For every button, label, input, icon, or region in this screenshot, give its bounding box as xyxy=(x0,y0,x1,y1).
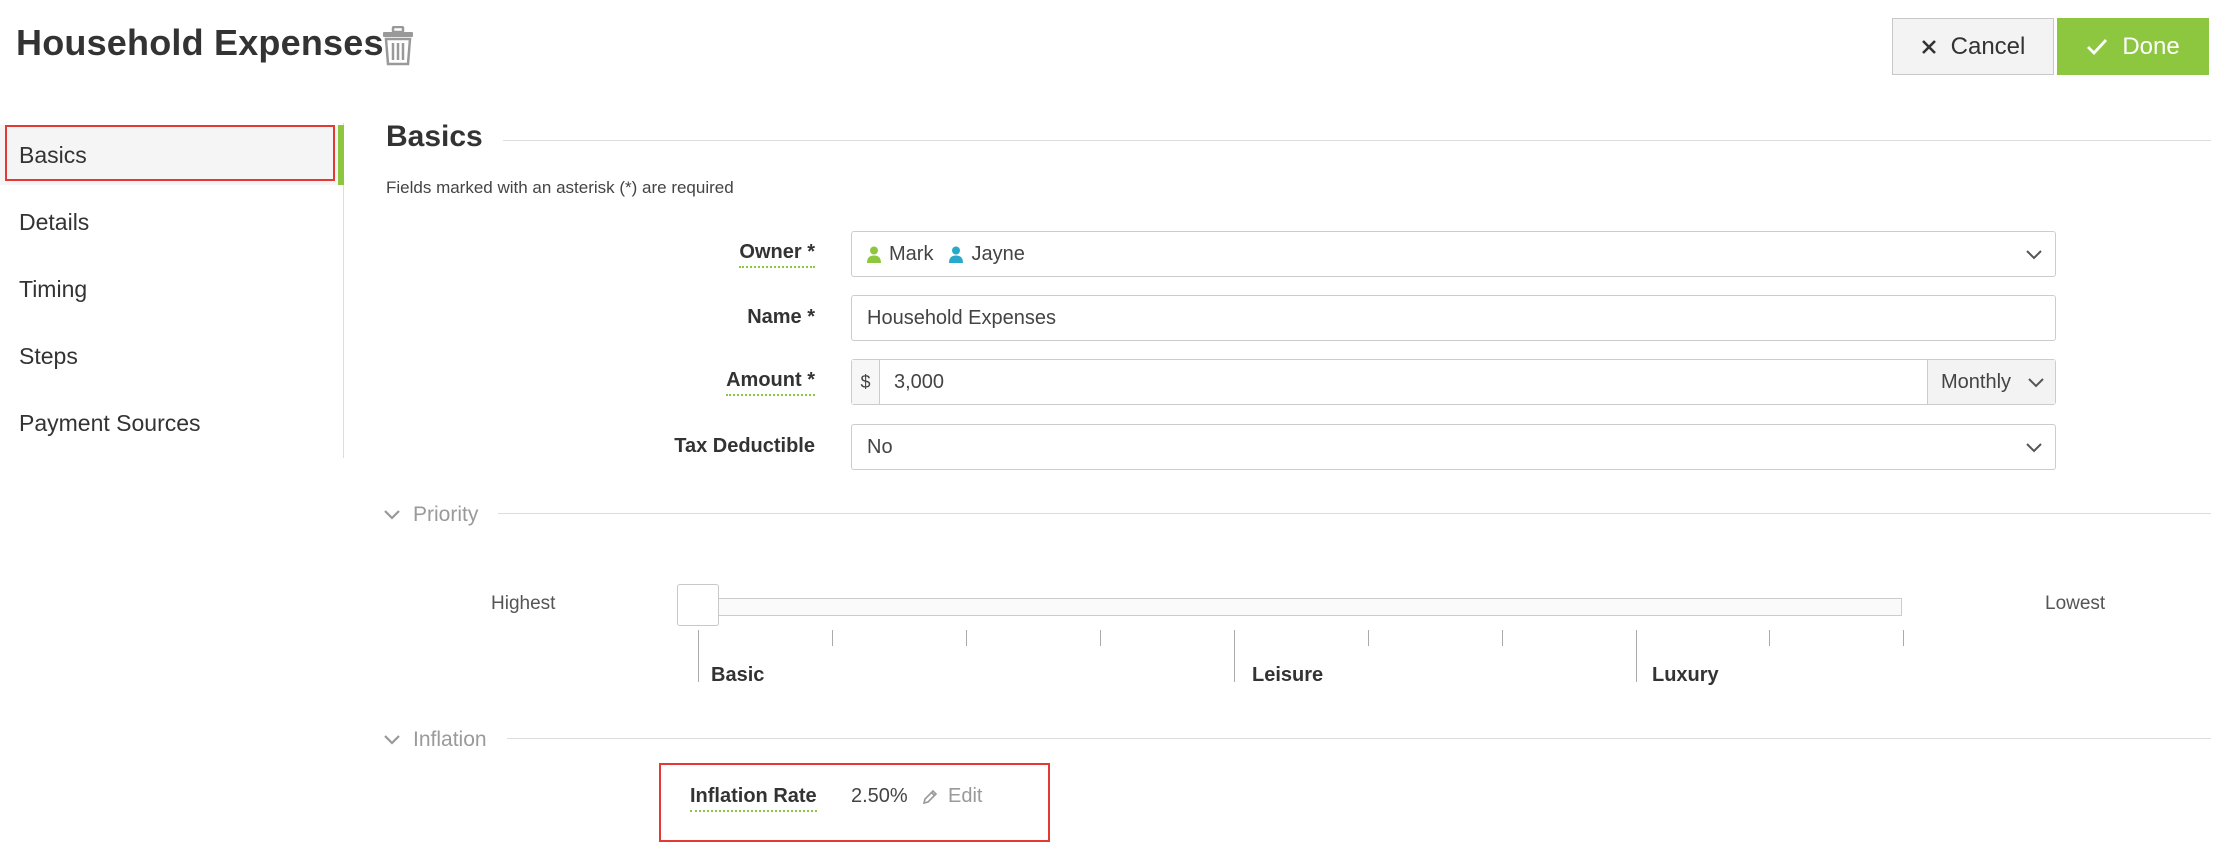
name-value: Household Expenses xyxy=(867,306,1057,329)
chevron-down-icon xyxy=(2025,438,2043,462)
chevron-down-icon xyxy=(2025,245,2043,269)
owner-select[interactable]: Mark Jayne xyxy=(851,231,2056,277)
section-divider xyxy=(498,513,2211,514)
person-icon xyxy=(949,246,964,263)
inflation-edit-link[interactable]: Edit xyxy=(922,785,982,808)
currency-addon: $ xyxy=(852,360,880,404)
sidebar-item-details[interactable]: Details xyxy=(0,192,342,252)
sidebar-item-steps[interactable]: Steps xyxy=(0,326,342,386)
priority-title: Priority xyxy=(413,503,479,526)
priority-section-toggle[interactable]: Priority xyxy=(383,503,478,527)
slider-tick-major xyxy=(1636,630,1637,682)
slider-tick xyxy=(832,630,833,646)
section-divider xyxy=(503,140,2211,141)
priority-tick-label-leisure: Leisure xyxy=(1252,664,1324,686)
tax-deductible-select[interactable]: No xyxy=(851,424,2056,470)
chevron-down-icon xyxy=(2027,373,2045,397)
slider-tick xyxy=(1769,630,1770,646)
page-title: Household Expenses xyxy=(16,22,384,63)
cancel-label: Cancel xyxy=(1950,32,2026,60)
owner-label: Owner * xyxy=(739,241,815,268)
sidebar-item-payment-sources[interactable]: Payment Sources xyxy=(0,393,342,453)
frequency-value: Monthly xyxy=(1941,370,2012,393)
owner-chip-mark: Mark xyxy=(867,243,933,266)
owner-name: Jayne xyxy=(971,242,1025,265)
name-label: Name * xyxy=(747,306,815,328)
done-button[interactable]: Done xyxy=(2057,18,2209,75)
slider-tick xyxy=(966,630,967,646)
section-title-basics: Basics xyxy=(386,120,483,153)
inflation-title: Inflation xyxy=(413,728,487,751)
owner-chip-jayne: Jayne xyxy=(949,242,1025,266)
pencil-icon xyxy=(922,789,938,804)
section-divider xyxy=(507,738,2211,739)
slider-tick xyxy=(1903,630,1904,646)
sidebar-item-label: Payment Sources xyxy=(19,409,201,436)
slider-tick xyxy=(1368,630,1369,646)
person-icon xyxy=(867,246,881,263)
inflation-rate-value: 2.50% xyxy=(851,785,908,807)
slider-tick xyxy=(1502,630,1503,646)
done-label: Done xyxy=(2122,32,2180,60)
chevron-down-icon xyxy=(383,733,401,747)
amount-group: $ 3,000 Monthly xyxy=(851,359,2056,405)
sidebar-item-label: Details xyxy=(19,208,90,235)
sidebar-item-label: Steps xyxy=(19,342,78,369)
amount-label: Amount * xyxy=(726,369,815,396)
priority-lowest-label: Lowest xyxy=(2045,593,2106,614)
priority-highest-label: Highest xyxy=(491,593,556,614)
sidebar-item-label: Timing xyxy=(19,275,88,302)
required-note: Fields marked with an asterisk (*) are r… xyxy=(386,178,734,197)
close-icon xyxy=(1921,39,1937,55)
frequency-select[interactable]: Monthly xyxy=(1927,360,2055,404)
priority-slider-handle[interactable] xyxy=(677,584,719,626)
sidebar-item-basics[interactable]: Basics xyxy=(0,125,344,185)
sidebar-item-timing[interactable]: Timing xyxy=(0,259,342,319)
cancel-button[interactable]: Cancel xyxy=(1892,18,2054,75)
priority-tick-label-luxury: Luxury xyxy=(1652,664,1719,686)
slider-tick xyxy=(1100,630,1101,646)
inflation-rate-label: Inflation Rate xyxy=(690,785,817,812)
trash-icon[interactable] xyxy=(382,25,414,66)
sidebar-item-label: Basics xyxy=(19,141,87,168)
check-icon xyxy=(2086,38,2108,56)
priority-slider-track[interactable] xyxy=(680,598,1902,616)
name-input[interactable]: Household Expenses xyxy=(851,295,2056,341)
slider-tick-major xyxy=(1234,630,1235,682)
chevron-down-icon xyxy=(383,508,401,522)
amount-input[interactable]: 3,000 xyxy=(880,360,1927,404)
priority-tick-label-basic: Basic xyxy=(711,664,765,686)
sidebar-nav: Basics Details Timing Steps Payment Sour… xyxy=(0,123,344,458)
tax-deductible-value: No xyxy=(867,435,893,458)
inflation-section-toggle[interactable]: Inflation xyxy=(383,728,487,752)
tax-deductible-label: Tax Deductible xyxy=(674,435,815,457)
edit-label: Edit xyxy=(948,785,983,807)
slider-tick-major xyxy=(698,630,699,682)
owner-name: Mark xyxy=(889,242,934,265)
